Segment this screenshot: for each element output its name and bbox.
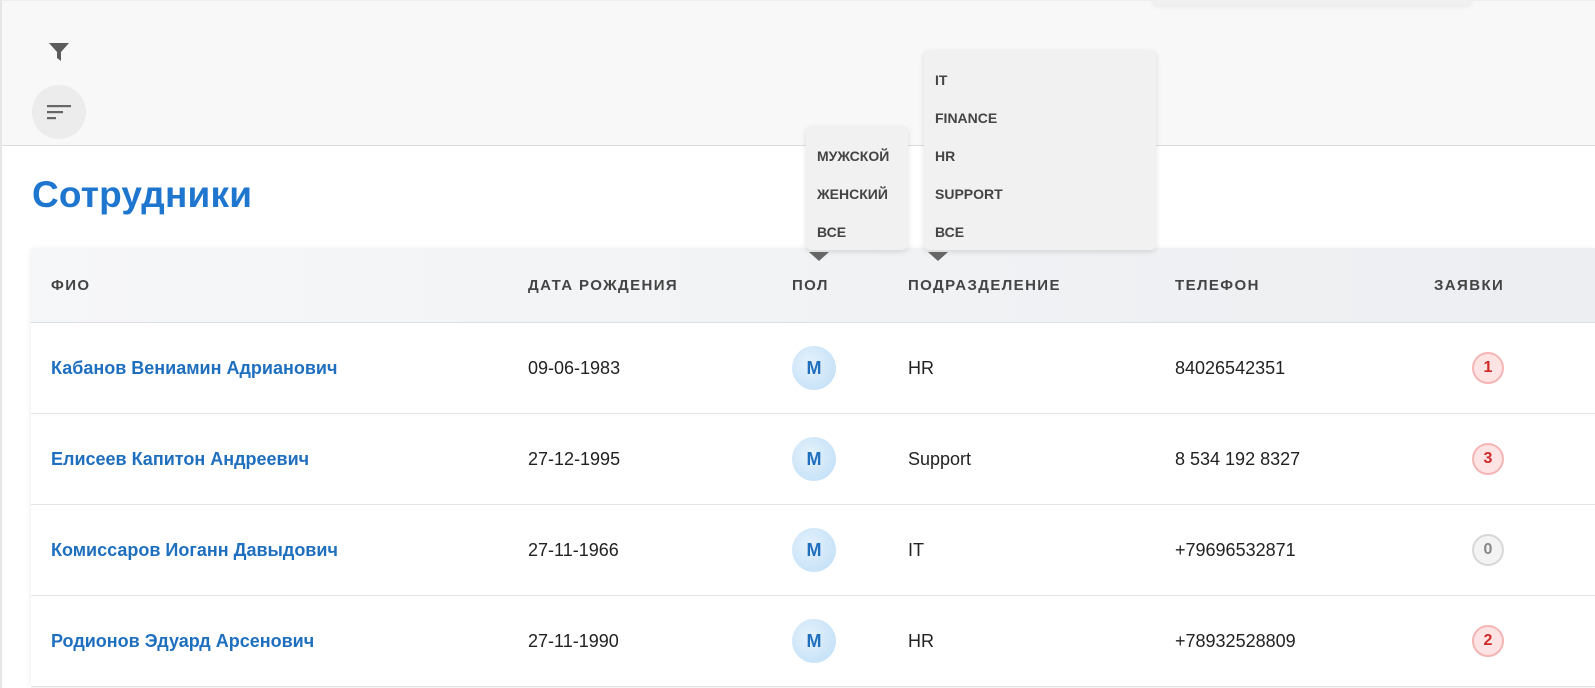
gender-filter-caret-icon[interactable] xyxy=(809,252,829,261)
requests-badge[interactable]: 2 xyxy=(1472,625,1504,657)
header-phone[interactable]: ТЕЛЕФОН xyxy=(1175,248,1260,322)
gender-option-all[interactable]: ВСЕ xyxy=(817,223,846,241)
birth-date: 09-06-1983 xyxy=(528,357,621,378)
department: Support xyxy=(908,448,972,469)
birth-date: 27-11-1966 xyxy=(528,539,619,560)
phone: 8 534 192 8327 xyxy=(1175,448,1301,469)
department-filter-caret-icon[interactable] xyxy=(928,252,948,261)
phone: 84026542351 xyxy=(1175,357,1286,378)
employees-table: ФИО ДАТА РОЖДЕНИЯ ПОЛ ПОДРАЗДЕЛЕНИЕ ТЕЛЕ… xyxy=(31,248,1595,687)
employee-name-link[interactable]: Елисеев Капитон Андреевич xyxy=(51,414,309,504)
gender-avatar: М xyxy=(792,346,836,390)
dept-option-finance[interactable]: FINANCE xyxy=(935,109,997,127)
department: HR xyxy=(908,630,934,651)
employee-name-link[interactable]: Родионов Эдуард Арсенович xyxy=(51,596,314,686)
gender-avatar: М xyxy=(792,528,836,572)
gender-option-female[interactable]: ЖЕНСКИЙ xyxy=(817,185,888,203)
gender-filter-dropdown: МУЖСКОЙ ЖЕНСКИЙ ВСЕ xyxy=(806,126,908,250)
phone: +78932528809 xyxy=(1175,630,1296,651)
dept-option-hr[interactable]: HR xyxy=(935,147,955,165)
header-name[interactable]: ФИО xyxy=(51,248,90,322)
department: HR xyxy=(908,357,934,378)
header-requests[interactable]: ЗАЯВКИ xyxy=(1434,248,1504,322)
dept-option-it[interactable]: IT xyxy=(935,71,947,89)
department: IT xyxy=(908,539,924,560)
dept-option-support[interactable]: SUPPORT xyxy=(935,185,1003,203)
requests-badge[interactable]: 0 xyxy=(1472,534,1504,566)
table-row[interactable]: Родионов Эдуард Арсенович 27-11-1990 М H… xyxy=(31,596,1595,687)
employee-name-link[interactable]: Комиссаров Иоганн Давыдович xyxy=(51,505,338,595)
birth-date: 27-12-1995 xyxy=(528,448,621,469)
birth-date: 27-11-1990 xyxy=(528,630,619,651)
page-title: Сотрудники xyxy=(32,174,253,215)
dept-option-all[interactable]: ВСЕ xyxy=(935,223,964,241)
gender-option-male[interactable]: МУЖСКОЙ xyxy=(817,147,889,165)
department-filter-dropdown: IT FINANCE HR SUPPORT ВСЕ xyxy=(924,50,1156,250)
top-toolbar xyxy=(2,0,1595,146)
gender-avatar: М xyxy=(792,437,836,481)
sort-icon[interactable] xyxy=(32,85,86,139)
gender-avatar: М xyxy=(792,619,836,663)
toolbar-overlay-edge xyxy=(1152,0,1472,5)
requests-badge[interactable]: 1 xyxy=(1472,352,1504,384)
table-row[interactable]: Кабанов Вениамин Адрианович 09-06-1983 М… xyxy=(31,323,1595,414)
phone: +79696532871 xyxy=(1175,539,1296,560)
filter-icon[interactable] xyxy=(44,37,74,67)
employee-name-link[interactable]: Кабанов Вениамин Адрианович xyxy=(51,323,337,413)
header-birth[interactable]: ДАТА РОЖДЕНИЯ xyxy=(528,248,678,322)
table-row[interactable]: Комиссаров Иоганн Давыдович 27-11-1966 М… xyxy=(31,505,1595,596)
requests-badge[interactable]: 3 xyxy=(1472,443,1504,475)
table-row[interactable]: Елисеев Капитон Андреевич 27-12-1995 М S… xyxy=(31,414,1595,505)
